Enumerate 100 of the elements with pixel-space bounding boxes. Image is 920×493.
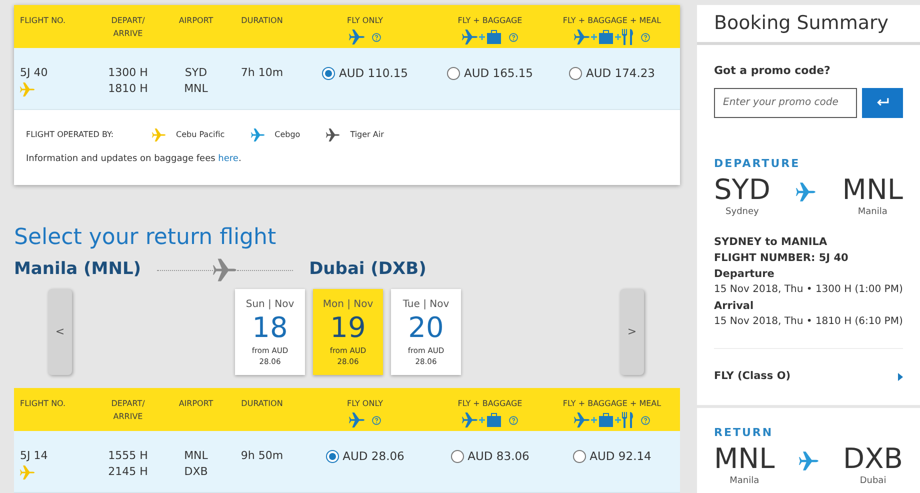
flight-number: 5J 40 [20, 65, 48, 81]
promo-label: Got a promo code? [714, 63, 832, 79]
radio-button[interactable] [572, 450, 586, 462]
plus-icon [615, 34, 621, 40]
fare-class: FLY (Class O) [714, 368, 791, 384]
radio-button[interactable] [568, 66, 582, 80]
city-name: Sydney [726, 206, 759, 219]
column-header: FLY ONLY [347, 398, 383, 410]
city-name: Manila [858, 206, 888, 219]
origin-city: Manila (MNL) [14, 258, 142, 282]
column-header: DURATION [241, 398, 283, 410]
promo-code-field[interactable]: Enter your promo code [714, 88, 856, 118]
column-header: DEPART/ ARRIVE [110, 398, 146, 423]
operated-by-label: FLIGHT OPERATED BY: [26, 129, 115, 141]
plus-icon [615, 417, 621, 423]
date-number: 18 [252, 311, 288, 345]
utensils-icon [622, 412, 634, 428]
submit-button[interactable] [862, 88, 903, 118]
fare-price: AUD 165.15 [464, 65, 534, 81]
airport-code: SYD [714, 174, 770, 206]
arrive-time: 1810 H [108, 81, 148, 97]
fare-price: AUD 28.06 [342, 448, 404, 464]
suitcase-icon [486, 30, 502, 44]
airport-code: DXB [843, 443, 903, 475]
radio-button[interactable] [450, 450, 464, 462]
here-link[interactable]: here [218, 154, 238, 164]
help-icon [372, 416, 381, 424]
column-header: DEPART/ ARRIVE [110, 15, 146, 40]
plus-icon [479, 34, 485, 40]
airplane-icon [796, 182, 816, 202]
airport-code: DXB [184, 464, 208, 480]
suitcase-icon [598, 30, 614, 44]
airplane-icon [349, 412, 365, 428]
fare-price: AUD 110.15 [338, 65, 408, 81]
suitcase-icon [598, 413, 614, 427]
column-header: FLY + BAGGAGE + MEAL [562, 15, 662, 27]
arrive-time: 2145 H [108, 464, 148, 480]
radio-button[interactable] [326, 450, 339, 462]
departure-label: Departure [714, 266, 776, 282]
route-title: SYDNEY to MANILA [714, 234, 828, 250]
airplane-icon [574, 412, 590, 428]
airport-code: SYD [184, 65, 208, 81]
caret-icon [898, 372, 903, 380]
plus-icon [591, 417, 597, 423]
fare-price: AUD 92.14 [590, 448, 652, 464]
arrival-label: Arrival [714, 298, 755, 314]
column-header: AIRPORT [178, 15, 214, 27]
airplane-icon [462, 29, 478, 45]
airport-code: MNL [184, 81, 208, 97]
depart-time: 1555 H [108, 448, 148, 464]
plus-icon [591, 34, 597, 40]
column-header: FLY + BAGGAGE [458, 15, 522, 27]
arrival-time: 15 Nov 2018, Thu • 1810 H (6:10 PM) [714, 314, 903, 328]
column-header: FLY ONLY [347, 15, 383, 27]
utensils-icon [622, 29, 634, 45]
duration: 9h 50m [240, 448, 284, 464]
destination-city: Dubai (DXB) [309, 258, 426, 282]
help-icon [509, 416, 518, 424]
section-label: DEPARTURE [714, 156, 802, 172]
flight-number: 5J 14 [20, 448, 48, 464]
flight-number: FLIGHT NUMBER: 5J 40 [714, 250, 850, 266]
previous-button[interactable]: < [48, 289, 72, 375]
column-header: FLY + BAGGAGE + MEAL [562, 398, 662, 410]
column-header: FLIGHT NO. [20, 398, 66, 410]
airline-name: Tiger Air [350, 129, 384, 141]
radio-button[interactable] [446, 66, 460, 80]
suitcase-icon [486, 413, 502, 427]
column-header: FLIGHT NO. [20, 15, 66, 27]
date-number: 20 [408, 311, 444, 345]
baggage-note: Information and updates on baggage fees here. [26, 153, 242, 166]
column-header: DURATION [241, 15, 283, 27]
section-title: Select your return flight [14, 224, 278, 252]
panel-title: Booking Summary [714, 11, 889, 36]
help-icon [641, 32, 650, 42]
section-label: RETURN [714, 424, 774, 440]
fare-class-row[interactable]: FLY (Class O) [714, 348, 903, 404]
city-name: Manila [730, 475, 760, 488]
help-icon [509, 32, 518, 42]
airplane-icon [574, 29, 590, 45]
return-arrow-icon [876, 98, 889, 107]
date-day: Mon | Nov [322, 298, 374, 311]
city-name: Dubai [860, 475, 886, 488]
duration: 7h 10m [240, 65, 284, 81]
airport-code: MNL [184, 448, 208, 464]
next-button[interactable]: > [620, 289, 644, 375]
airplane-icon [349, 29, 365, 45]
radio-button[interactable] [322, 66, 335, 80]
column-header: FLY + BAGGAGE [458, 398, 522, 410]
airline-name: Cebu Pacific [176, 129, 225, 141]
fare-price: AUD 174.23 [586, 65, 656, 81]
help-icon [641, 416, 650, 424]
airplane-icon [798, 451, 819, 471]
help-icon [372, 32, 381, 42]
depart-time: 1300 H [108, 65, 148, 81]
departure-time: 15 Nov 2018, Thu • 1300 H (1:00 PM) [714, 282, 903, 296]
fare-price: AUD 83.06 [468, 448, 530, 464]
airplane-icon [213, 258, 238, 282]
date-day: Tue | Nov [402, 298, 450, 311]
plus-icon [479, 417, 485, 423]
airport-code: MNL [842, 174, 903, 206]
